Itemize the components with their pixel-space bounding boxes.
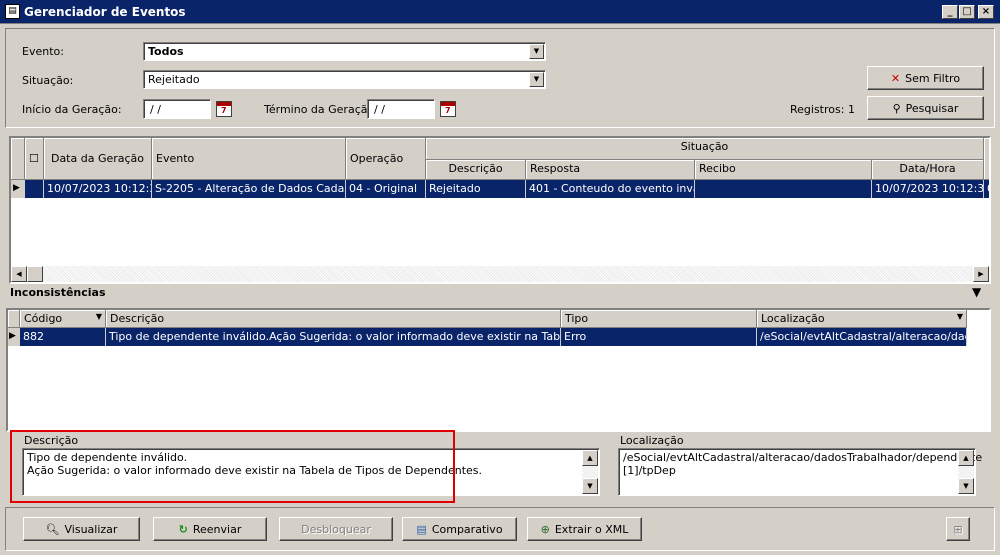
visualizar-label: Visualizar xyxy=(64,522,118,536)
sem-filtro-label: Sem Filtro xyxy=(905,71,961,85)
scroll-right-icon[interactable]: ▶ xyxy=(973,266,989,282)
cell-codigo: 882 xyxy=(20,328,106,346)
row-checkbox[interactable] xyxy=(25,180,44,198)
search-icon: ⚲ xyxy=(892,101,901,115)
inconsistencias-title: Inconsistências xyxy=(10,286,106,299)
col-descricao[interactable]: Descrição xyxy=(106,310,561,328)
sem-filtro-button[interactable]: ✕ Sem Filtro xyxy=(867,66,984,90)
localizacao-detail-label: Localização xyxy=(620,434,684,447)
cell-descricao: Tipo de dependente inválido.Ação Sugerid… xyxy=(106,328,561,346)
cell-extra: 0 xyxy=(984,180,989,198)
cell-tipo: Erro xyxy=(561,328,757,346)
col-localizacao-label: Localização xyxy=(761,312,825,325)
col-operacao[interactable]: Operação xyxy=(346,138,426,180)
col-tipo[interactable]: Tipo xyxy=(561,310,757,328)
localizacao-memo[interactable]: /eSocial/evtAltCadastral/alteracao/dados… xyxy=(618,448,982,496)
collapse-chevron-icon[interactable]: ▼ xyxy=(972,285,981,299)
localizacao-memo-text: /eSocial/evtAltCadastral/alteracao/dados… xyxy=(623,451,983,477)
scroll-thumb[interactable] xyxy=(27,266,43,282)
col-extra xyxy=(984,138,989,180)
title-bar: ▤ Gerenciador de Eventos _ □ × xyxy=(0,0,1000,24)
chevron-down-icon[interactable]: ▼ xyxy=(957,312,963,321)
scroll-down-icon[interactable]: ▼ xyxy=(958,478,974,494)
desbloquear-button[interactable]: Desbloquear xyxy=(279,517,393,541)
calendar-icon[interactable]: 7 xyxy=(440,101,456,117)
reenviar-label: Reenviar xyxy=(192,522,242,536)
table-row[interactable]: 10/07/2023 10:12:30 S-2205 - Alteração d… xyxy=(25,180,989,198)
evento-label: Evento: xyxy=(22,45,64,58)
maximize-button[interactable]: □ xyxy=(959,5,975,19)
evento-value: Todos xyxy=(148,45,184,58)
scroll-left-icon[interactable]: ◀ xyxy=(11,266,27,282)
extrair-xml-button[interactable]: ⊕ Extrair o XML xyxy=(527,517,642,541)
chevron-down-icon[interactable]: ▼ xyxy=(529,44,544,59)
document-icon: ▤ xyxy=(416,522,427,536)
scroll-up-icon[interactable]: ▲ xyxy=(958,450,974,466)
col-recibo[interactable]: Recibo xyxy=(695,160,872,180)
globe-icon: ⊕ xyxy=(540,522,550,536)
app-icon: ▤ xyxy=(5,4,20,19)
evento-combo[interactable]: Todos ▼ xyxy=(143,42,546,61)
chevron-down-icon[interactable]: ▼ xyxy=(529,72,544,87)
events-grid[interactable]: ☐ Data da Geração Evento Operação Situaç… xyxy=(9,136,991,284)
col-descricao[interactable]: Descrição xyxy=(426,160,526,180)
situacao-value: Rejeitado xyxy=(148,73,200,86)
situacao-combo[interactable]: Rejeitado ▼ xyxy=(143,70,546,89)
chevron-down-icon[interactable]: ▼ xyxy=(96,312,102,321)
cell-resposta: 401 - Conteudo do evento inválido. xyxy=(526,180,695,198)
help-book-icon[interactable]: ⊞ xyxy=(946,517,970,541)
minimize-button[interactable]: _ xyxy=(942,5,958,19)
termino-date-field[interactable]: / / xyxy=(367,99,435,119)
table-row[interactable]: 882 Tipo de dependente inválido.Ação Sug… xyxy=(20,328,967,346)
col-data-hora[interactable]: Data/Hora xyxy=(872,160,984,180)
extrair-xml-label: Extrair o XML xyxy=(554,522,629,536)
magnifier-icon: 🔍︎ xyxy=(45,522,60,536)
window-title: Gerenciador de Eventos xyxy=(24,5,186,19)
pesquisar-label: Pesquisar xyxy=(905,101,959,115)
col-situacao-group: Situação xyxy=(426,138,984,160)
filter-off-icon: ✕ xyxy=(890,71,901,85)
scroll-down-icon[interactable]: ▼ xyxy=(582,478,598,494)
col-localizacao[interactable]: Localização ▼ xyxy=(757,310,967,328)
vertical-scrollbar[interactable]: ▲ ▼ xyxy=(958,450,974,494)
cell-localizacao: /eSocial/evtAltCadastral/alteracao/dados… xyxy=(757,328,967,346)
cell-data-geracao: 10/07/2023 10:12:30 xyxy=(44,180,152,198)
col-codigo[interactable]: Código ▼ xyxy=(20,310,106,328)
col-evento[interactable]: Evento xyxy=(152,138,346,180)
cell-operacao: 04 - Original xyxy=(346,180,426,198)
col-data-geracao[interactable]: Data da Geração xyxy=(44,138,152,180)
calendar-icon[interactable]: 7 xyxy=(216,101,232,117)
visualizar-button[interactable]: 🔍︎ Visualizar xyxy=(23,517,140,541)
situacao-label: Situação: xyxy=(22,74,74,87)
cell-recibo xyxy=(695,180,872,198)
scroll-up-icon[interactable]: ▲ xyxy=(582,450,598,466)
vertical-scrollbar[interactable]: ▲ ▼ xyxy=(582,450,598,494)
current-row-indicator: ▶ xyxy=(8,328,20,346)
row-indicator-header xyxy=(11,138,25,180)
inicio-date-value: / / xyxy=(150,103,161,116)
refresh-icon: ↻ xyxy=(178,522,188,536)
current-row-indicator: ▶ xyxy=(11,180,25,198)
close-button[interactable]: × xyxy=(978,5,994,19)
cell-descricao: Rejeitado xyxy=(426,180,526,198)
desbloquear-label: Desbloquear xyxy=(301,522,371,536)
highlight-box xyxy=(10,430,455,503)
cell-evento: S-2205 - Alteração de Dados Cadastrais xyxy=(152,180,346,198)
termino-date-value: / / xyxy=(374,103,385,116)
inconsistencias-grid[interactable]: Código ▼ Descrição Tipo Localização ▼ ▶ … xyxy=(6,308,991,432)
registros-count: Registros: 1 xyxy=(790,103,855,116)
pesquisar-button[interactable]: ⚲ Pesquisar xyxy=(867,96,984,120)
select-all-checkbox[interactable]: ☐ xyxy=(25,138,44,180)
col-codigo-label: Código xyxy=(24,312,63,325)
comparativo-button[interactable]: ▤ Comparativo xyxy=(402,517,517,541)
inicio-date-field[interactable]: / / xyxy=(143,99,211,119)
cell-data-hora: 10/07/2023 10:12:33 xyxy=(872,180,984,198)
inicio-label: Início da Geração: xyxy=(22,103,122,116)
comparativo-label: Comparativo xyxy=(431,522,503,536)
reenviar-button[interactable]: ↻ Reenviar xyxy=(153,517,267,541)
row-indicator-header xyxy=(8,310,20,328)
col-resposta[interactable]: Resposta xyxy=(526,160,695,180)
termino-label: Término da Geração: xyxy=(264,103,378,116)
horizontal-scrollbar[interactable]: ◀ ▶ xyxy=(11,266,989,282)
